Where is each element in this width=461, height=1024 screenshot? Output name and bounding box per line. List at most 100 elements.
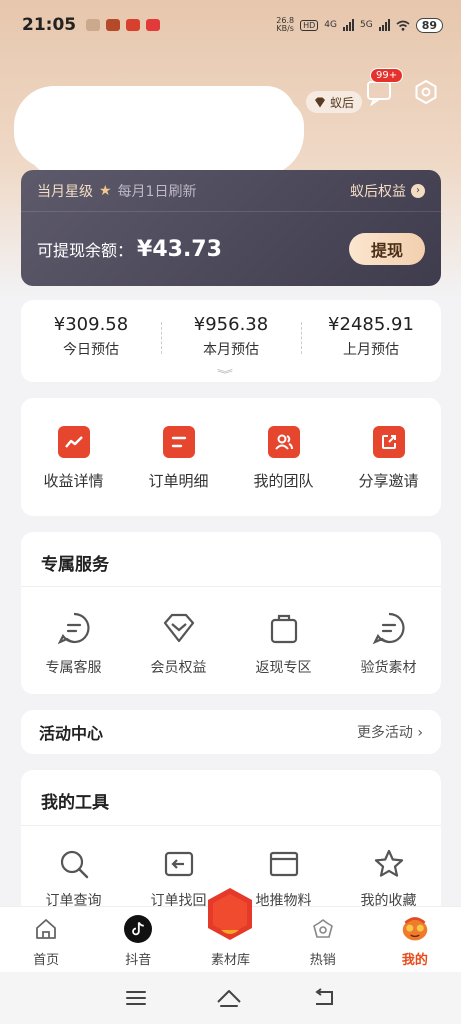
service-label: 专属客服	[45, 660, 102, 676]
chevron-right-icon: ›	[417, 725, 423, 741]
exclusive-services-card: 专属服务 专属客服 会员权益 返现专区 验货素材	[21, 532, 441, 694]
folder-icon	[269, 851, 298, 877]
monthly-level-label: 当月星级	[37, 183, 93, 200]
settings-button[interactable]	[412, 78, 440, 106]
redacted-user-info	[14, 86, 296, 168]
net-4g-label: 4G	[324, 20, 337, 30]
search-icon	[60, 850, 88, 879]
service-label: 返现专区	[255, 660, 312, 676]
app-notification-icon	[146, 19, 161, 31]
service-inspection-materials[interactable]: 验货素材	[336, 587, 441, 677]
menu-icon[interactable]	[125, 989, 147, 1007]
net-5g-label: 5G	[359, 20, 373, 30]
withdraw-button[interactable]: 提现	[349, 233, 425, 265]
service-label: 验货素材	[360, 660, 417, 676]
nav-mine[interactable]: 我的	[369, 907, 461, 972]
diamond-icon	[315, 97, 325, 107]
more-activities-link[interactable]: 更多活动 ›	[357, 722, 423, 742]
nav-label: 素材库	[211, 953, 251, 968]
activity-title: 活动中心	[39, 724, 104, 743]
more-activities-label: 更多活动	[356, 725, 413, 741]
team-icon	[267, 426, 300, 458]
signal-icon	[342, 19, 354, 31]
estimate-label: 今日预估	[63, 342, 119, 358]
quick-actions-card: 收益详情 订单明细 我的团队 分享邀请	[21, 398, 441, 516]
estimate-value: ¥309.58	[53, 314, 129, 335]
wifi-icon	[396, 20, 410, 31]
service-customer-support[interactable]: 专属客服	[21, 587, 126, 677]
quick-action-earnings[interactable]: 收益详情	[21, 398, 126, 516]
vip-level-label: 蚁后	[330, 95, 355, 110]
rights-label: 蚁后权益	[350, 183, 406, 200]
nav-label: 首页	[33, 953, 60, 968]
chat-bubble-icon	[57, 612, 90, 645]
nav-hot-sales[interactable]: 热销	[277, 907, 369, 972]
quick-action-label: 我的团队	[253, 472, 314, 490]
message-count-badge: 99+	[370, 68, 404, 83]
status-time: 21:05	[22, 15, 77, 35]
quick-action-label: 订单明细	[148, 472, 209, 490]
nav-label: 热销	[309, 953, 336, 968]
section-title: 我的工具	[21, 770, 441, 826]
hexagon-icon[interactable]	[205, 886, 255, 942]
quick-action-team[interactable]: 我的团队	[231, 398, 336, 516]
estimate-last-month[interactable]: ¥2485.91 上月预估	[301, 300, 441, 382]
home-icon	[32, 915, 60, 943]
diamond-icon	[163, 613, 194, 643]
quick-action-label: 收益详情	[43, 472, 104, 490]
app-notification-icon	[126, 19, 141, 31]
activity-center-card: 活动中心 更多活动 ›	[21, 710, 441, 754]
trend-chart-icon	[57, 426, 90, 458]
return-icon	[164, 851, 193, 877]
balance-value: ¥43.73	[137, 236, 222, 262]
quick-action-share[interactable]: 分享邀请	[336, 398, 441, 516]
service-cashback-zone[interactable]: 返现专区	[231, 587, 336, 677]
estimate-today[interactable]: ¥309.58 今日预估	[21, 300, 161, 382]
quick-action-orders[interactable]: 订单明细	[126, 398, 231, 516]
tool-favorites[interactable]: 我的收藏	[336, 826, 441, 910]
chevron-right-icon: ›	[411, 183, 425, 198]
profile-avatar-icon	[401, 915, 429, 943]
shopping-bag-icon	[270, 614, 297, 644]
service-label: 会员权益	[150, 660, 207, 676]
status-bar: 21:05 26.8 KB/s HD 4G 5G 89	[22, 12, 443, 38]
system-nav-bar	[0, 972, 461, 1024]
tiktok-icon	[124, 915, 153, 943]
back-icon[interactable]	[312, 988, 336, 1008]
star-icon: ★	[99, 182, 112, 199]
balance-label: 可提现余额：	[37, 241, 134, 260]
notification-icons	[86, 19, 161, 31]
app-notification-icon	[86, 19, 101, 31]
service-member-rights[interactable]: 会员权益	[126, 587, 231, 677]
rank-header: 当月星级 ★ 每月1日刷新 蚁后权益 ›	[21, 170, 441, 212]
gear-icon	[415, 80, 437, 104]
share-icon	[372, 426, 405, 458]
services-row: 专属客服 会员权益 返现专区 验货素材	[21, 587, 441, 677]
net-speed: 26.8 KB/s	[276, 17, 294, 33]
estimate-label: 上月预估	[343, 342, 399, 358]
quick-action-label: 分享邀请	[358, 472, 419, 490]
battery-indicator: 89	[415, 17, 443, 33]
estimate-label: 本月预估	[203, 342, 259, 358]
chat-bubble-icon	[372, 612, 405, 645]
tool-order-query[interactable]: 订单查询	[21, 826, 126, 910]
nav-home[interactable]: 首页	[0, 907, 92, 972]
estimate-value: ¥2485.91	[328, 314, 414, 335]
home-nav-icon[interactable]	[216, 988, 242, 1008]
net-speed-unit: KB/s	[276, 24, 294, 33]
expand-chevron-icon[interactable]: ︾	[217, 366, 233, 381]
star-icon	[374, 849, 403, 877]
refresh-note: 每月1日刷新	[117, 183, 197, 200]
nav-douyin[interactable]: 抖音	[92, 907, 184, 972]
order-list-icon	[162, 426, 195, 458]
vip-level-badge[interactable]: 蚁后	[306, 91, 363, 113]
app-notification-icon	[106, 19, 121, 31]
hd-icon: HD	[300, 19, 319, 31]
rank-card: 当月星级 ★ 每月1日刷新 蚁后权益 › 可提现余额： ¥43.73 提现	[21, 170, 441, 286]
balance-row: 可提现余额： ¥43.73 提现	[21, 212, 441, 286]
section-title: 专属服务	[21, 532, 441, 587]
nav-label: 我的	[401, 953, 428, 968]
estimate-value: ¥956.38	[193, 314, 269, 335]
hot-sale-icon	[309, 915, 337, 943]
rights-link[interactable]: 蚁后权益 ›	[350, 181, 425, 201]
